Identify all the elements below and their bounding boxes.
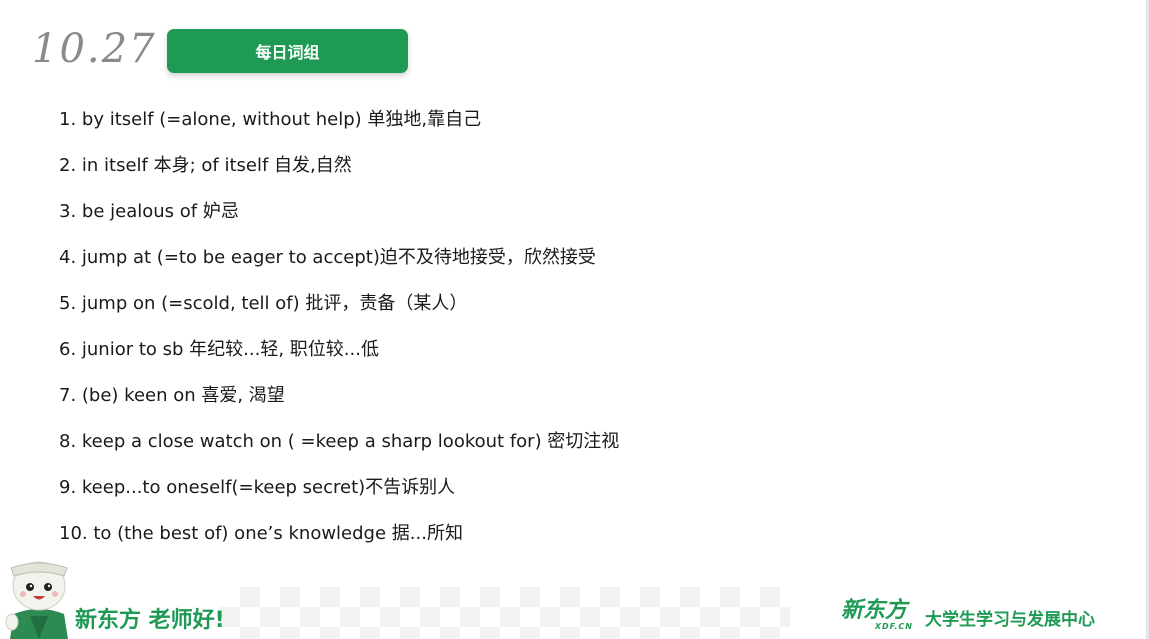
phrase-item: 4. jump at (=to be eager to accept)迫不及待地… <box>59 247 596 268</box>
phrase-item: 5. jump on (=scold, tell of) 批评，责备（某人） <box>59 293 468 314</box>
phrase-item: 6. junior to sb 年纪较...轻, 职位较...低 <box>59 339 379 360</box>
mascot-icon <box>5 561 68 639</box>
phrase-item: 3. be jealous of 妒忌 <box>59 201 239 222</box>
title-text: 每日词组 <box>255 43 320 62</box>
center-name: 大学生学习与发展中心 <box>925 610 1095 630</box>
brand-logo-cn: 新东方 <box>841 598 908 623</box>
footer-pattern <box>220 587 790 639</box>
footer-slogan: 新东方 老师好! <box>75 608 225 633</box>
phrase-list: 1. by itself (=alone, without help) 单独地,… <box>59 107 619 567</box>
phrase-item: 8. keep a close watch on ( =keep a sharp… <box>59 431 620 452</box>
phrase-item: 2. in itself 本身; of itself 自发,自然 <box>59 155 352 176</box>
phrase-item: 7. (be) keen on 喜爱, 渴望 <box>59 385 285 406</box>
date-label: 10.27 <box>32 26 157 72</box>
phrase-item: 1. by itself (=alone, without help) 单独地,… <box>59 109 482 130</box>
brand-logo: 新东方 XDF.CN <box>841 599 915 635</box>
title-badge: 每日词组 <box>167 29 408 73</box>
phrase-item: 10. to (the best of) one’s knowledge 据..… <box>59 523 463 544</box>
brand-logo-en: XDF.CN <box>874 622 913 631</box>
phrase-item: 9. keep...to oneself(=keep secret)不告诉别人 <box>59 477 456 498</box>
